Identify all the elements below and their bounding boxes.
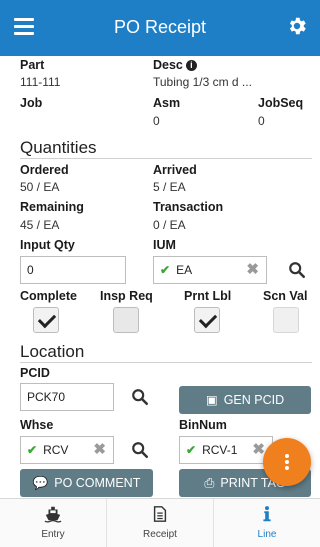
po-comment-button[interactable]: 💬 PO COMMENT <box>20 469 153 497</box>
jobseq-label: JobSeq <box>258 96 304 110</box>
desc-value: Tubing 1/3 cm d ... <box>153 75 252 89</box>
info-icon[interactable]: i <box>185 60 197 71</box>
ordered-value: 50 / EA <box>20 180 60 194</box>
comment-icon: 💬 <box>32 476 49 490</box>
info-icon <box>263 506 271 522</box>
whse-search-icon[interactable] <box>131 441 149 459</box>
asm-value: 0 <box>153 114 160 128</box>
part-value: 111-111 <box>20 75 61 89</box>
input-qty-label: Input Qty <box>20 238 75 252</box>
arrived-label: Arrived <box>153 163 197 177</box>
document-icon <box>153 506 167 522</box>
remaining-value: 45 / EA <box>20 218 60 232</box>
box-icon: ▣ <box>205 393 218 407</box>
pcid-search-icon[interactable] <box>131 388 149 406</box>
gear-icon[interactable] <box>286 15 308 37</box>
more-actions-button[interactable] <box>263 438 311 486</box>
transaction-value: 0 / EA <box>153 218 186 232</box>
arrived-value: 5 / EA <box>153 180 186 194</box>
search-icon[interactable] <box>288 261 306 279</box>
gen-pcid-button[interactable]: ▣ GEN PCID <box>179 386 311 414</box>
input-qty-field[interactable]: 0 <box>20 256 126 284</box>
scn-val-label: Scn Val <box>263 289 308 303</box>
binnum-field[interactable]: ✔ RCV-1 ✖ <box>179 436 273 464</box>
prnt-lbl-label: Prnt Lbl <box>184 289 232 303</box>
jobseq-value: 0 <box>258 114 265 128</box>
whse-field[interactable]: ✔ RCV ✖ <box>20 436 114 464</box>
clear-icon[interactable]: ✖ <box>246 257 259 283</box>
page-title: PO Receipt <box>113 17 207 37</box>
app-header: PO Receipt <box>0 0 320 56</box>
insp-req-checkbox[interactable] <box>113 307 139 333</box>
part-label: Part <box>20 58 45 72</box>
complete-label: Complete <box>20 289 77 303</box>
whse-label: Whse <box>20 418 54 432</box>
check-icon: ✔ <box>27 443 38 457</box>
quantities-heading: Quantities <box>20 138 97 157</box>
asm-label: Asm <box>153 96 181 110</box>
bottom-tab-bar: Entry Receipt Line <box>0 498 320 547</box>
complete-checkbox[interactable] <box>33 307 59 333</box>
tab-entry[interactable]: Entry <box>0 499 107 547</box>
remaining-label: Remaining <box>20 200 84 214</box>
ium-field[interactable]: ✔ EA ✖ <box>153 256 267 284</box>
job-label: Job <box>20 96 43 110</box>
insp-req-label: Insp Req <box>100 289 153 303</box>
transaction-label: Transaction <box>153 200 224 214</box>
check-icon: ✔ <box>160 263 171 277</box>
tab-receipt[interactable]: Receipt <box>107 499 214 547</box>
location-heading: Location <box>20 342 85 361</box>
location-divider <box>20 362 312 363</box>
pcid-field[interactable]: PCK70 <box>20 383 114 411</box>
ordered-label: Ordered <box>20 163 69 177</box>
scn-val-checkbox[interactable] <box>273 307 299 333</box>
printer-icon: ⎙ <box>204 476 215 490</box>
ship-icon <box>44 506 62 523</box>
ium-label: IUM <box>153 238 176 252</box>
pcid-label: PCID <box>20 366 50 380</box>
prnt-lbl-checkbox[interactable] <box>194 307 220 333</box>
clear-icon[interactable]: ✖ <box>93 437 106 463</box>
check-icon: ✔ <box>186 443 197 457</box>
binnum-label: BinNum <box>179 418 227 432</box>
quantities-divider <box>20 158 312 159</box>
desc-label: Desc i <box>153 58 197 72</box>
tab-line[interactable]: Line <box>214 499 320 547</box>
